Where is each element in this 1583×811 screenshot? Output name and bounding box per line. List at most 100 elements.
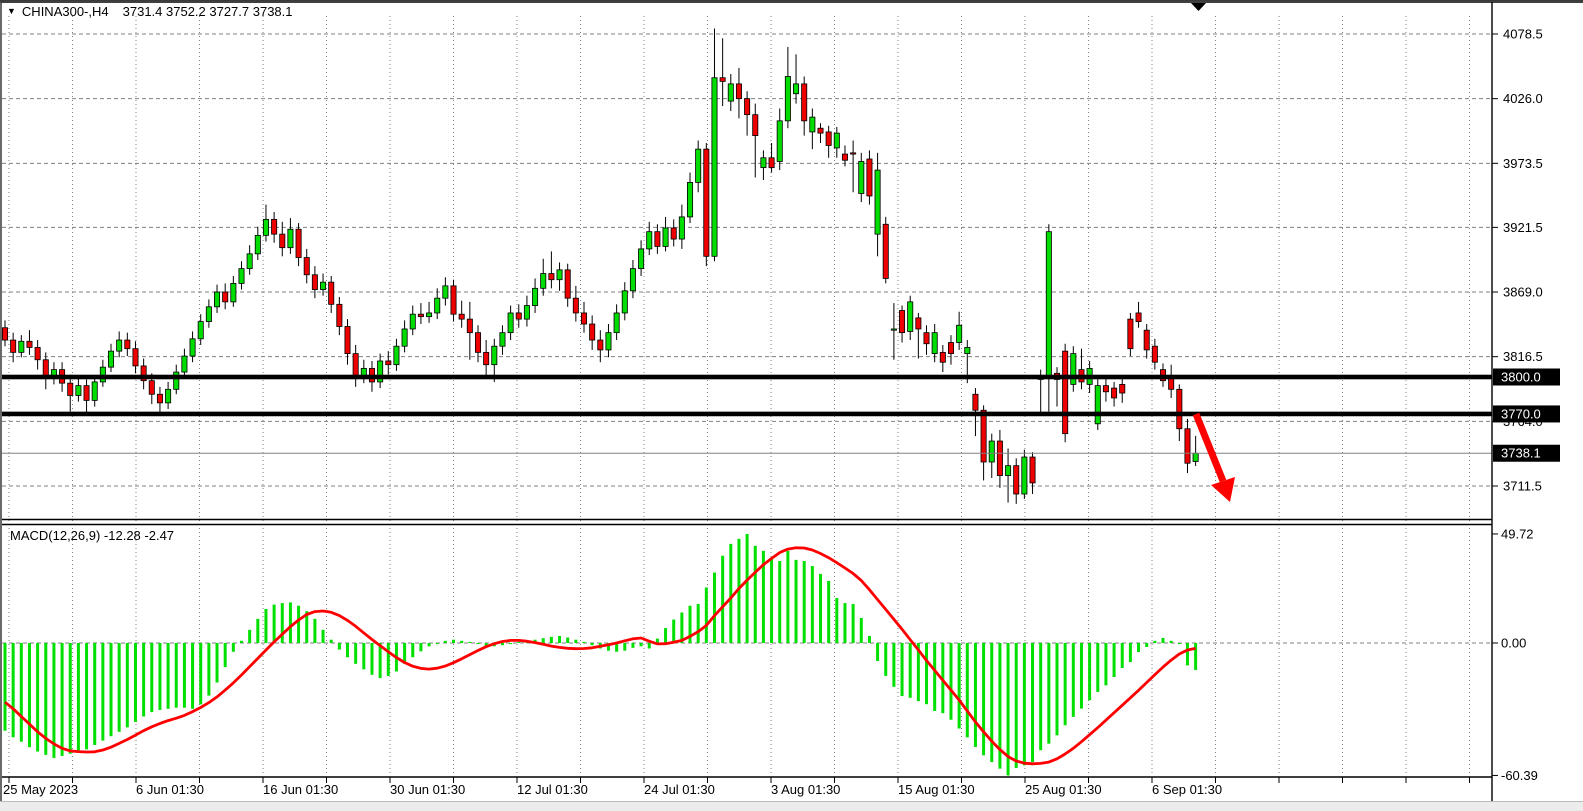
macd-histogram-bar — [550, 637, 553, 643]
macd-histogram-bar — [52, 643, 55, 758]
bull-candle — [320, 282, 325, 289]
macd-histogram-bar — [1064, 643, 1067, 725]
chart-canvas[interactable]: 4078.54026.03973.53921.53869.03816.53764… — [0, 1, 1583, 811]
bear-candle — [899, 310, 904, 332]
chart-window: 4078.54026.03973.53921.53869.03816.53764… — [0, 0, 1583, 811]
macd-histogram-bar — [85, 643, 88, 749]
bear-candle — [655, 232, 660, 247]
macd-histogram-bar — [1145, 643, 1148, 647]
macd-histogram-bar — [884, 643, 887, 676]
macd-histogram-bar — [835, 598, 838, 643]
bull-candle — [1071, 354, 1076, 385]
bull-candle — [492, 346, 497, 364]
macd-histogram-bar — [1039, 643, 1042, 750]
support-line[interactable] — [2, 412, 1492, 417]
bear-candle — [565, 270, 570, 298]
macd-histogram-bar — [273, 605, 276, 643]
time-axis-label: 25 May 2023 — [3, 782, 78, 797]
time-axis[interactable]: 25 May 20236 Jun 01:3016 Jun 01:3030 Jun… — [3, 777, 1470, 797]
bull-candle — [108, 351, 113, 367]
macd-histogram-bar — [754, 546, 757, 643]
bull-candle — [679, 217, 684, 239]
bull-candle — [76, 386, 81, 396]
macd-histogram-bar — [746, 534, 749, 643]
price-axis[interactable]: 4078.54026.03973.53921.53869.03816.53764… — [1492, 27, 1560, 783]
time-axis-label: 24 Jul 01:30 — [644, 782, 715, 797]
price-axis-label: 4078.5 — [1503, 27, 1543, 42]
macd-histogram — [4, 534, 1198, 775]
macd-histogram-bar — [175, 643, 178, 708]
bear-candle — [1136, 313, 1141, 322]
symbol-period-label: CHINA300-,H4 — [22, 4, 109, 19]
macd-histogram-bar — [672, 620, 675, 643]
bear-candle — [581, 313, 586, 324]
bear-candle — [1152, 346, 1157, 362]
macd-histogram-bar — [803, 561, 806, 643]
macd-histogram-bar — [346, 643, 349, 657]
time-axis-label: 6 Jun 01:30 — [136, 782, 204, 797]
frame — [0, 1, 1583, 811]
bull-candle — [1005, 466, 1010, 476]
annotations — [1196, 414, 1235, 502]
ohlc-values: 3731.4 3752.2 3727.7 3738.1 — [123, 4, 293, 19]
bear-candle — [337, 304, 342, 326]
bear-candle — [671, 228, 676, 239]
bull-candle — [174, 372, 179, 389]
bear-candle — [133, 349, 138, 366]
macd-histogram-bar — [330, 640, 333, 643]
macd-histogram-bar — [256, 619, 259, 643]
bull-candle — [198, 322, 203, 339]
macd-histogram-bar — [93, 643, 96, 745]
bull-candle — [957, 325, 962, 342]
macd-histogram-bar — [150, 643, 153, 712]
macd-histogram-bar — [705, 588, 708, 643]
macd-axis-label: -60.39 — [1501, 768, 1538, 783]
macd-histogram-bar — [224, 643, 227, 667]
macd-histogram-bar — [901, 643, 904, 696]
macd-histogram-bar — [468, 642, 471, 643]
macd-histogram-bar — [199, 643, 202, 704]
bull-candle — [263, 219, 268, 235]
macd-histogram-bar — [1137, 643, 1140, 652]
bear-candle — [27, 341, 32, 347]
bull-candle — [696, 149, 701, 182]
time-axis-label: 25 Aug 01:30 — [1025, 782, 1102, 797]
bear-candle — [1128, 319, 1133, 349]
macd-histogram-bar — [509, 643, 512, 644]
bull-candle — [255, 235, 260, 253]
bull-candle — [1022, 457, 1027, 494]
macd-histogram-bar — [860, 618, 863, 643]
macd-histogram-bar — [1186, 643, 1189, 665]
macd-histogram-bar — [966, 643, 969, 737]
macd-histogram-bar — [36, 643, 39, 752]
chart-title: ▼ CHINA300-,H4 3731.4 3752.2 3727.7 3738… — [7, 4, 293, 19]
symbol-dropdown-icon[interactable]: ▼ — [7, 5, 16, 18]
bull-candle — [92, 382, 97, 400]
bear-candle — [940, 352, 945, 362]
macd-histogram-bar — [713, 573, 716, 643]
bull-candle — [647, 232, 652, 249]
macd-histogram-bar — [313, 619, 316, 643]
bull-candle — [166, 389, 171, 403]
bull-candle — [891, 329, 896, 330]
bear-candle — [451, 286, 456, 314]
macd-histogram-bar — [1178, 643, 1181, 644]
bear-candle — [459, 314, 464, 319]
bear-candle — [924, 333, 929, 344]
macd-histogram-bar — [583, 642, 586, 643]
macd-histogram-bar — [1080, 643, 1083, 709]
sell-arrow-shaft[interactable] — [1196, 414, 1223, 481]
chart-shift-marker-icon[interactable] — [1191, 3, 1206, 11]
macd-histogram-bar — [183, 643, 186, 708]
chart-objects — [2, 375, 1492, 454]
bull-candle — [989, 441, 994, 462]
bull-candle — [206, 307, 211, 322]
bear-candle — [272, 219, 277, 234]
macd-histogram-bar — [958, 643, 961, 729]
support-line[interactable] — [2, 375, 1492, 380]
macd-histogram-bar — [12, 643, 15, 737]
bull-candle — [426, 313, 431, 317]
macd-histogram-bar — [1031, 643, 1034, 762]
macd-histogram-bar — [852, 604, 855, 643]
bear-candle — [35, 347, 40, 359]
